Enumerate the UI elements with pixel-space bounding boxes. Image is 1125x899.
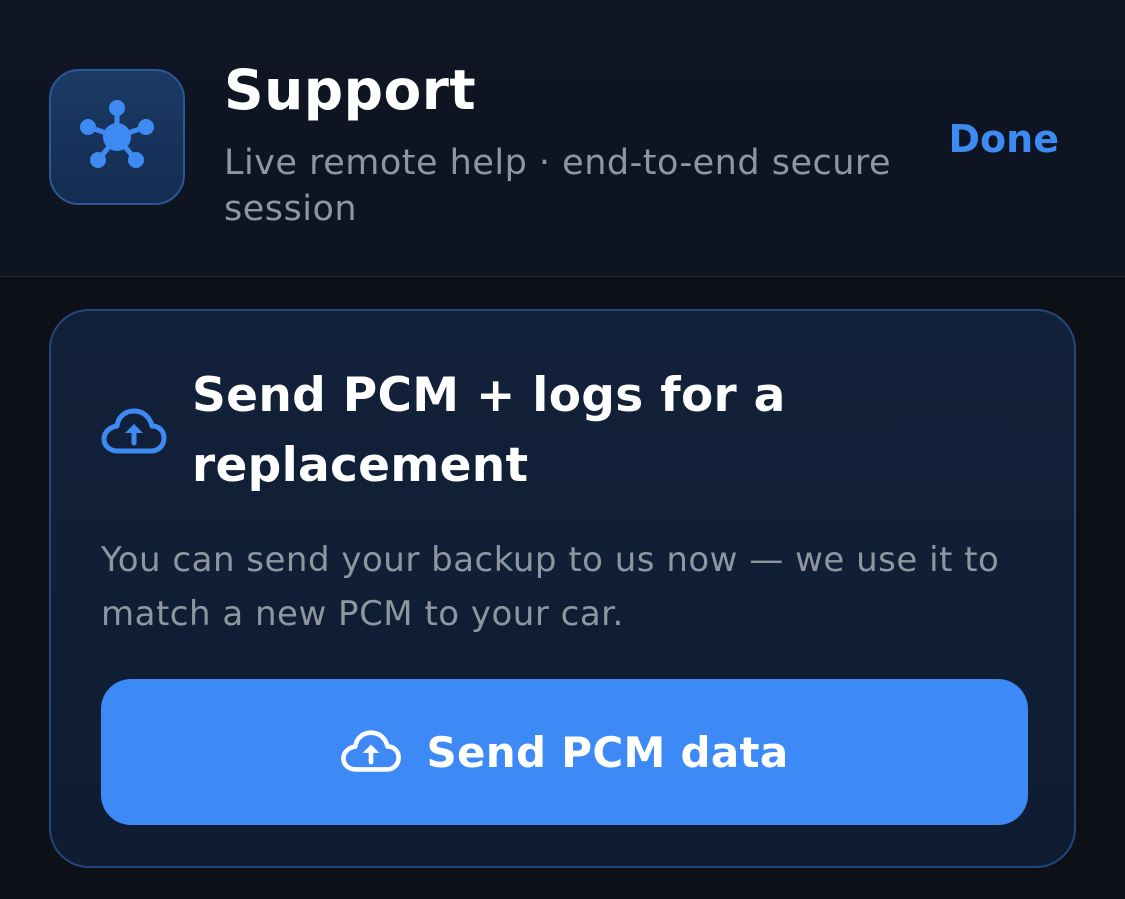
- send-pcm-card: Send PCM + logs for a replacement You ca…: [49, 309, 1076, 868]
- done-button[interactable]: Done: [949, 114, 1059, 164]
- page-subtitle: Live remote help · end-to-end secure ses…: [224, 143, 892, 229]
- network-hub-icon: [80, 100, 154, 168]
- app-icon: [49, 69, 185, 205]
- page-title: Support: [224, 58, 477, 122]
- card-title: Send PCM + logs for a replacement: [192, 368, 786, 493]
- send-pcm-data-label: Send PCM data: [426, 727, 789, 777]
- card-description: You can send your backup to us now — we …: [101, 540, 1000, 634]
- cloud-upload-icon: [101, 408, 167, 454]
- send-pcm-data-button[interactable]: Send PCM data: [101, 679, 1028, 825]
- cloud-upload-icon: [341, 730, 402, 772]
- header: Support Live remote help · end-to-end se…: [0, 0, 1125, 277]
